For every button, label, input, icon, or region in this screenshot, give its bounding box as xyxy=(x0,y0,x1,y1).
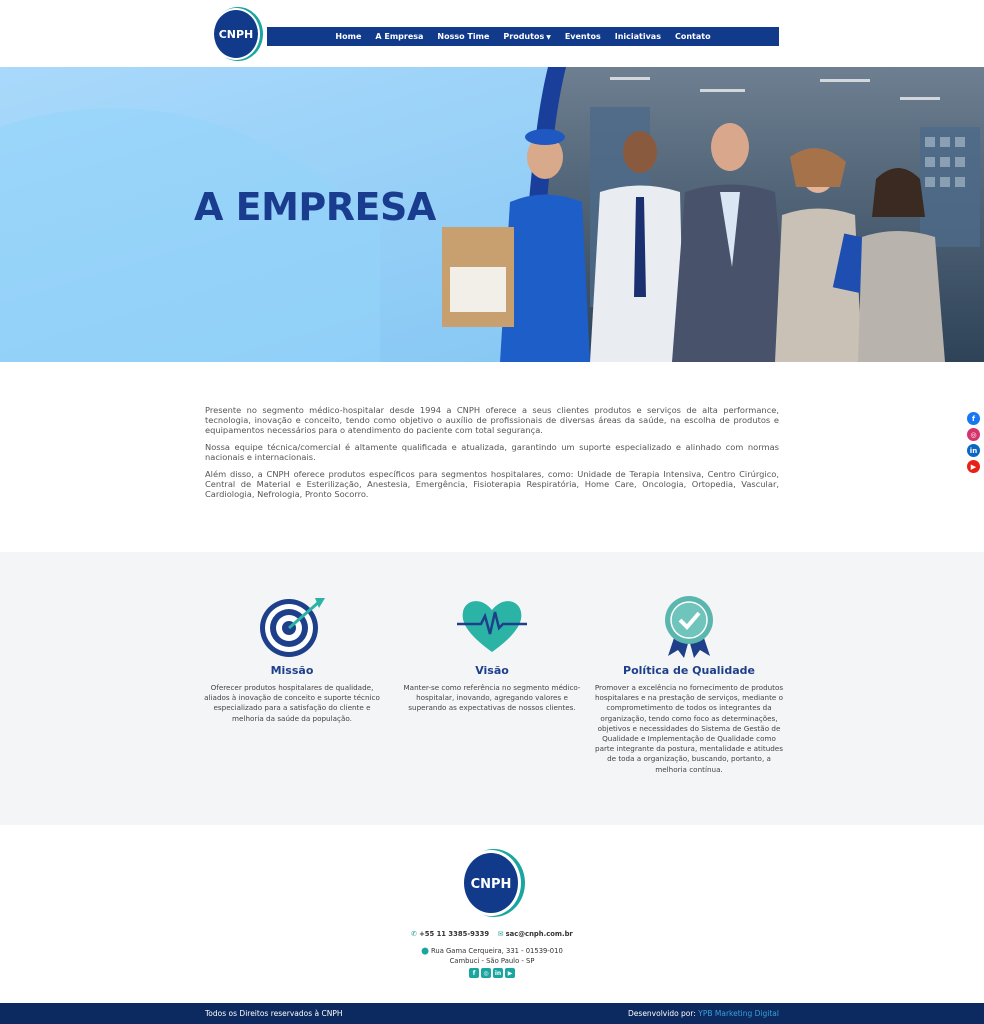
address-line-1: ⬤ Rua Gama Cerqueira, 331 - 01539-010 xyxy=(0,947,984,955)
main-nav: Home A Empresa Nosso Time Produtos ▼ Even… xyxy=(267,27,779,46)
politica-title: Política de Qualidade xyxy=(623,664,755,677)
footer-youtube-icon[interactable]: ▶ xyxy=(505,968,515,978)
footer-instagram-icon[interactable]: ◎ xyxy=(481,968,491,978)
quality-badge-icon xyxy=(654,594,724,658)
hero-background xyxy=(0,67,984,362)
visao-text: Manter-se como referência no segmento mé… xyxy=(403,683,581,713)
bottom-bar: Todos os Direitos reservados à CNPH Dese… xyxy=(0,1003,984,1024)
email-icon: ✉ xyxy=(497,930,504,938)
youtube-icon[interactable]: ▶ xyxy=(967,460,980,473)
nav-contato[interactable]: Contato xyxy=(668,32,718,41)
instagram-icon[interactable]: ◎ xyxy=(967,428,980,441)
footer-logo-text: CNPH xyxy=(471,877,512,892)
intro-paragraph-1: Presente no segmento médico-hospitalar d… xyxy=(205,405,779,435)
nav-produtos-label: Produtos xyxy=(503,32,545,41)
company-intro: Presente no segmento médico-hospitalar d… xyxy=(205,405,779,506)
nav-a-empresa[interactable]: A Empresa xyxy=(368,32,430,41)
footer-social-icons: f ◎ in ▶ xyxy=(469,968,515,978)
heart-pulse-icon xyxy=(457,594,527,658)
footer-linkedin-icon[interactable]: in xyxy=(493,968,503,978)
developer-label: Desenvolvido por: xyxy=(628,1009,696,1018)
page-title: A EMPRESA xyxy=(194,185,436,229)
address-street: Rua Gama Cerqueira, 331 - 01539-010 xyxy=(430,947,563,955)
side-social-bar: f ◎ in ▶ xyxy=(967,412,981,473)
developer-link[interactable]: YPB Marketing Digital xyxy=(698,1009,779,1018)
copyright-text: Todos os Direitos reservados à CNPH xyxy=(205,1009,343,1018)
value-politica-qualidade: Política de Qualidade Promover a excelên… xyxy=(594,594,784,775)
logo-text: CNPH xyxy=(219,28,254,41)
facebook-icon[interactable]: f xyxy=(967,412,980,425)
footer-cnph-logo[interactable]: CNPH xyxy=(457,848,527,918)
intro-paragraph-2: Nossa equipe técnica/comercial é altamen… xyxy=(205,442,779,462)
hero-banner: A EMPRESA xyxy=(0,67,984,362)
nav-eventos[interactable]: Eventos xyxy=(558,32,608,41)
visao-title: Visão xyxy=(475,664,509,677)
nav-nosso-time[interactable]: Nosso Time xyxy=(430,32,496,41)
missao-title: Missão xyxy=(270,664,314,677)
address-city: Cambuci - São Paulo - SP xyxy=(449,957,535,965)
nav-home[interactable]: Home xyxy=(328,32,368,41)
phone-icon: ✆ xyxy=(411,930,417,938)
values-section: Missão Oferecer produtos hospitalares de… xyxy=(0,552,984,825)
developer-credit: Desenvolvido por: YPB Marketing Digital xyxy=(628,1009,779,1018)
site-header: CNPH Home A Empresa Nosso Time Produtos ▼… xyxy=(0,0,984,67)
cnph-logo[interactable]: CNPH xyxy=(209,6,265,62)
politica-text: Promover a excelência no fornecimento de… xyxy=(594,683,784,774)
footer-facebook-icon[interactable]: f xyxy=(469,968,479,978)
missao-text: Oferecer produtos hospitalares de qualid… xyxy=(204,683,380,723)
target-icon xyxy=(257,594,327,658)
nav-iniciativas[interactable]: Iniciativas xyxy=(608,32,668,41)
linkedin-icon[interactable]: in xyxy=(967,444,980,457)
contact-phone-email: ✆ +55 11 3385-9339 ✉ sac@cnph.com.br xyxy=(0,930,984,938)
location-pin-icon: ⬤ xyxy=(421,947,429,955)
intro-paragraph-3: Além disso, a CNPH oferece produtos espe… xyxy=(205,469,779,499)
value-missao: Missão Oferecer produtos hospitalares de… xyxy=(200,594,384,724)
phone-number[interactable]: +55 11 3385-9339 xyxy=(419,930,489,938)
nav-produtos[interactable]: Produtos ▼ xyxy=(496,32,557,41)
address-line-2: Cambuci - São Paulo - SP xyxy=(0,957,984,965)
email-address[interactable]: sac@cnph.com.br xyxy=(506,930,573,938)
chevron-down-icon: ▼ xyxy=(546,34,551,41)
value-visao: Visão Manter-se como referência no segme… xyxy=(400,594,584,714)
